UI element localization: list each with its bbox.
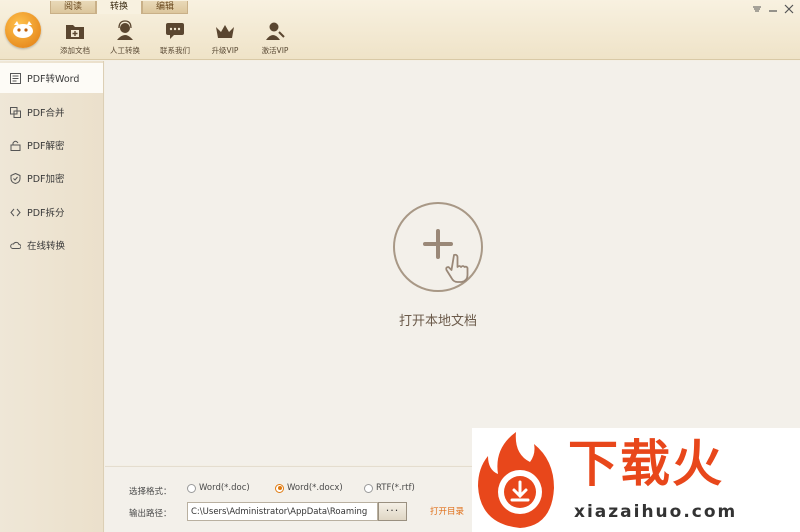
close-icon[interactable]	[784, 4, 794, 14]
merge-icon	[10, 106, 21, 118]
open-directory-link[interactable]: 打开目录	[430, 505, 464, 517]
menu-icon[interactable]	[752, 4, 762, 14]
radio-dot-selected	[275, 483, 284, 493]
crown-icon	[216, 25, 234, 38]
format-radio-label: Word(*.doc)	[199, 483, 250, 493]
output-path-input[interactable]	[187, 502, 378, 521]
sidebar-item-label: 在线转换	[27, 241, 66, 252]
radio-dot	[364, 483, 373, 493]
flame-logo-icon	[478, 432, 554, 528]
minimize-icon[interactable]	[768, 4, 778, 14]
browse-button[interactable]: ···	[378, 502, 407, 521]
contact-us-button[interactable]: 联系我们	[150, 18, 200, 56]
open-local-document-label: 打开本地文档	[398, 314, 477, 329]
logo-icon	[13, 21, 33, 38]
format-radio-label: Word(*.docx)	[287, 483, 343, 493]
word-doc-icon	[10, 72, 21, 84]
sidebar: PDF转Word PDF合并 PDF解密 PDF加密 PDF拆分 在线转换	[0, 61, 104, 532]
tab-read[interactable]: 阅读	[50, 1, 96, 14]
sidebar-item-label: PDF解密	[27, 141, 65, 152]
sidebar-item-label: PDF转Word	[27, 74, 80, 85]
manual-convert-button[interactable]: 人工转换	[100, 18, 150, 56]
add-file-icon	[393, 202, 483, 292]
sidebar-item-label: PDF合并	[27, 108, 65, 119]
sidebar-item-label: PDF加密	[27, 174, 65, 185]
unlock-icon	[10, 140, 21, 151]
watermark-subtitle: xiazaihuo.com	[574, 502, 738, 522]
sidebar-item-online-convert[interactable]: 在线转换	[0, 230, 103, 260]
add-document-button[interactable]: 添加文档	[50, 18, 100, 56]
top-bar: 阅读 转换 编辑 添加文档 人工转换 联系我们 升级VIP 激活VIP	[0, 0, 800, 60]
add-document-label: 添加文档	[60, 46, 90, 55]
activate-vip-label: 激活VIP	[261, 46, 289, 55]
sidebar-item-pdf-decrypt[interactable]: PDF解密	[0, 130, 103, 160]
radio-dot	[187, 483, 196, 493]
watermark: 下载火 xiazaihuo.com	[472, 428, 800, 532]
format-radio-doc[interactable]: Word(*.doc)	[187, 483, 250, 493]
contact-us-label: 联系我们	[160, 46, 190, 55]
watermark-title: 下载火	[568, 435, 724, 493]
chat-bubble-icon	[166, 23, 184, 39]
output-path-label: 输出路径：	[129, 509, 172, 519]
main-area: 打开本地文档	[105, 61, 800, 465]
add-folder-icon	[66, 25, 84, 39]
service-agent-icon	[117, 20, 133, 40]
sidebar-item-pdf-encrypt[interactable]: PDF加密	[0, 163, 103, 193]
shield-icon	[10, 172, 21, 184]
manual-convert-label: 人工转换	[110, 46, 140, 55]
tab-edit[interactable]: 编辑	[142, 1, 188, 14]
sidebar-item-pdf-to-word[interactable]: PDF转Word	[0, 63, 103, 93]
split-icon	[10, 208, 21, 216]
upgrade-vip-label: 升级VIP	[211, 46, 239, 55]
toolbar: 添加文档 人工转换 联系我们 升级VIP 激活VIP	[50, 18, 300, 56]
window-controls	[752, 4, 794, 14]
sidebar-item-pdf-merge[interactable]: PDF合并	[0, 97, 103, 127]
format-radio-label: RTF(*.rtf)	[376, 483, 415, 493]
upgrade-vip-button[interactable]: 升级VIP	[200, 18, 250, 56]
open-local-document-button[interactable]: 打开本地文档	[388, 201, 488, 329]
user-key-icon	[266, 22, 285, 40]
tab-convert[interactable]: 转换	[96, 1, 142, 14]
format-radio-docx[interactable]: Word(*.docx)	[275, 483, 343, 493]
sidebar-item-label: PDF拆分	[27, 208, 65, 219]
top-tabs: 阅读 转换 编辑	[50, 1, 188, 15]
app-logo	[5, 12, 41, 48]
format-label: 选择格式：	[129, 487, 172, 497]
activate-vip-button[interactable]: 激活VIP	[250, 18, 300, 56]
sidebar-item-pdf-split[interactable]: PDF拆分	[0, 197, 103, 227]
cloud-icon	[10, 241, 21, 249]
format-radio-rtf[interactable]: RTF(*.rtf)	[364, 483, 415, 493]
